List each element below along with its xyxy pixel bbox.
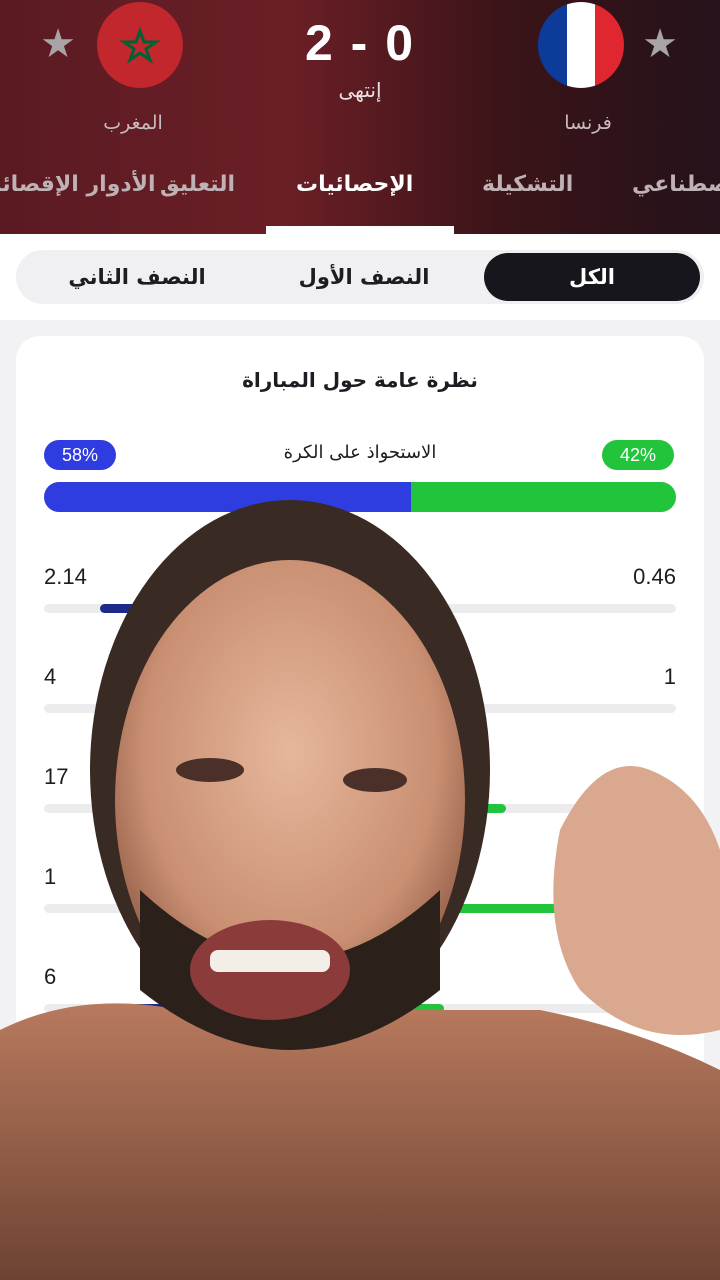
stat-fill-away: [366, 1004, 444, 1013]
stat-fill-home: [183, 804, 354, 813]
france-flag-icon[interactable]: [538, 2, 624, 88]
match-header: ★ المغرب 2 - 0 إنتهى فرنسا ★ الأدوار الإ…: [0, 0, 720, 234]
stat-fill-home: [121, 1004, 354, 1013]
stat-home-value: 1: [44, 864, 57, 889]
stat-fill-home: [261, 904, 354, 913]
stat-fill-home: [99, 604, 354, 613]
stat-fill-away: [366, 1106, 521, 1115]
stat-row: 4 1: [44, 664, 676, 724]
stat-home-value: 17: [44, 764, 69, 789]
stat-home-value: 4: [44, 664, 57, 689]
card-title: نظرة عامة حول المباراة: [242, 368, 478, 392]
stat-home-value: 2.14: [44, 564, 87, 589]
stat-away-value: 0.46: [633, 564, 676, 589]
stat-fill-home: [106, 704, 354, 713]
possession-bar: [44, 482, 676, 512]
match-score: 2 - 0: [304, 15, 416, 71]
home-possession-badge: 58%: [44, 440, 116, 470]
stat-fill-away: [366, 604, 422, 613]
segment-all[interactable]: الكل: [484, 253, 700, 301]
stat-away-value: 1: [663, 664, 676, 689]
stat-bar-away: [366, 904, 676, 913]
tab-ai[interactable]: الاصطناعي: [632, 172, 720, 197]
tab-lineup[interactable]: التشكيلة: [482, 172, 573, 197]
tab-statistics[interactable]: الإحصائيات: [296, 172, 413, 197]
stat-bar-home: [44, 604, 354, 613]
favorite-star-icon[interactable]: ★: [640, 24, 680, 64]
stat-bar-away: [366, 704, 676, 713]
segmented-control: الكل النصف الأول النصف الثاني: [16, 250, 704, 304]
stat-fill-away: [366, 804, 506, 813]
stat-bar-home: [44, 1106, 354, 1115]
ads-badge[interactable]: ADS: [618, 1236, 656, 1252]
active-tab-indicator: [266, 226, 454, 234]
stat-row: 17: [44, 764, 676, 824]
stat-row: 1: [44, 864, 676, 924]
favorite-star-icon[interactable]: ★: [38, 24, 78, 64]
morocco-flag-icon[interactable]: [97, 2, 183, 88]
stat-bar-home: [44, 704, 354, 713]
tab-commentary[interactable]: التعليق: [160, 172, 235, 197]
stat-fill-away: [366, 704, 428, 713]
stat-home-value: 6: [44, 964, 57, 989]
tab-knockout[interactable]: الأدوار الإقصائية: [0, 172, 156, 197]
stat-bar-away: [366, 1004, 676, 1013]
possession-label: الاستحواذ على الكرة: [283, 442, 437, 463]
home-team-name[interactable]: المغرب: [63, 112, 203, 134]
pentagram-icon: [120, 26, 160, 64]
stat-row: أخطاء: [44, 1066, 676, 1126]
stat-bar-away: [366, 604, 676, 613]
segment-first-half[interactable]: النصف الأول: [256, 253, 472, 301]
period-filter: الكل النصف الأول النصف الثاني: [0, 234, 720, 320]
possession-bar-home: [44, 482, 411, 512]
segment-second-half[interactable]: النصف الثاني: [26, 253, 248, 301]
stat-bar-home: [44, 1004, 354, 1013]
match-tabs: الأدوار الإقصائية التعليق الإحصائيات الت…: [0, 172, 720, 212]
floating-action-button[interactable]: [390, 1180, 596, 1242]
stat-fill-home: [199, 1106, 354, 1115]
stat-row: 6: [44, 964, 676, 1024]
away-team-name[interactable]: فرنسا: [518, 112, 658, 134]
stat-bar-home: [44, 804, 354, 813]
stat-label: أخطاء: [337, 1068, 383, 1089]
stat-fill-away: [366, 904, 583, 913]
stat-label: الأهداف المتوقعة: [296, 566, 424, 587]
away-possession-badge: 42%: [602, 440, 674, 470]
stat-bar-away: [366, 1106, 676, 1115]
stat-row: 2.14 الأهداف المتوقعة 0.46: [44, 564, 676, 624]
match-status: إنتهى: [338, 78, 382, 102]
stat-bar-home: [44, 904, 354, 913]
stat-bar-away: [366, 804, 676, 813]
stats-card: نظرة عامة حول المباراة 58% الاستحواذ على…: [16, 336, 704, 1280]
possession-bar-away: [410, 482, 676, 512]
